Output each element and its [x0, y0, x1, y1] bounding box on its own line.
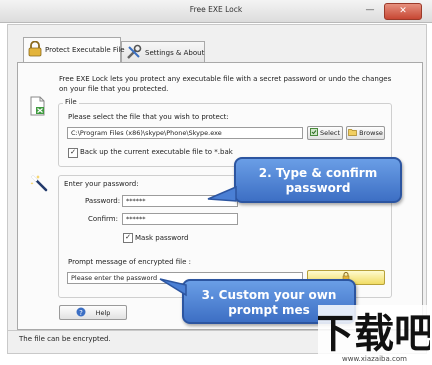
lock-icon	[28, 40, 42, 59]
close-button[interactable]: ✕	[384, 3, 422, 20]
backup-checkbox[interactable]: ✓	[68, 148, 78, 158]
help-button[interactable]: ? Help	[59, 305, 127, 320]
prompt-message-title: Prompt message of encrypted file :	[68, 258, 192, 266]
help-button-label: Help	[95, 308, 111, 317]
svg-text:下载吧: 下载吧	[318, 311, 430, 357]
password-label: Password:	[85, 197, 121, 205]
file-select-prompt: Please select the file that you wish to …	[68, 113, 229, 121]
password-group-title: Enter your password:	[64, 180, 139, 188]
callout-text: 2. Type & confirm password	[258, 166, 378, 195]
mask-password-label: Mask password	[135, 234, 189, 242]
callout-type-confirm-password: 2. Type & confirm password	[234, 157, 402, 203]
callout-pointer	[207, 185, 237, 202]
minimize-button[interactable]: —	[360, 4, 380, 17]
file-group-title: File	[63, 98, 79, 106]
description-text: Free EXE Lock lets you protect any execu…	[59, 75, 392, 93]
browse-button-label: Browse	[359, 129, 383, 137]
select-button[interactable]: Select	[307, 126, 343, 140]
status-text: The file can be encrypted.	[19, 335, 111, 343]
watermark-url: www.xiazaiba.com	[342, 355, 407, 363]
confirm-input[interactable]: ******	[122, 213, 238, 225]
select-button-label: Select	[319, 129, 341, 137]
tools-icon	[126, 44, 142, 62]
backup-label: Back up the current executable file to *…	[80, 148, 233, 156]
magic-wand-icon	[30, 174, 50, 196]
watermark-logo: 下载吧	[314, 305, 432, 359]
tab-label: Settings & About	[145, 48, 205, 57]
help-icon: ?	[76, 307, 86, 319]
callout-text: 3. Custom your own prompt mes	[201, 288, 337, 317]
folder-icon	[348, 128, 358, 138]
callout-pointer	[159, 278, 187, 297]
svg-text:?: ?	[79, 309, 83, 317]
confirm-label: Confirm:	[88, 215, 118, 223]
file-path-input[interactable]: C:\Program Files (x86)\skype\Phone\Skype…	[67, 127, 303, 139]
tab-label: Protect Executable File	[45, 46, 125, 54]
file-exe-icon	[29, 96, 47, 118]
tab-protect-executable-file[interactable]: Protect Executable File	[23, 37, 125, 62]
select-icon	[309, 128, 318, 138]
mask-password-checkbox[interactable]: ✓	[123, 233, 133, 243]
browse-button[interactable]: Browse	[346, 126, 385, 140]
tab-settings-about[interactable]: Settings & About	[121, 41, 205, 63]
